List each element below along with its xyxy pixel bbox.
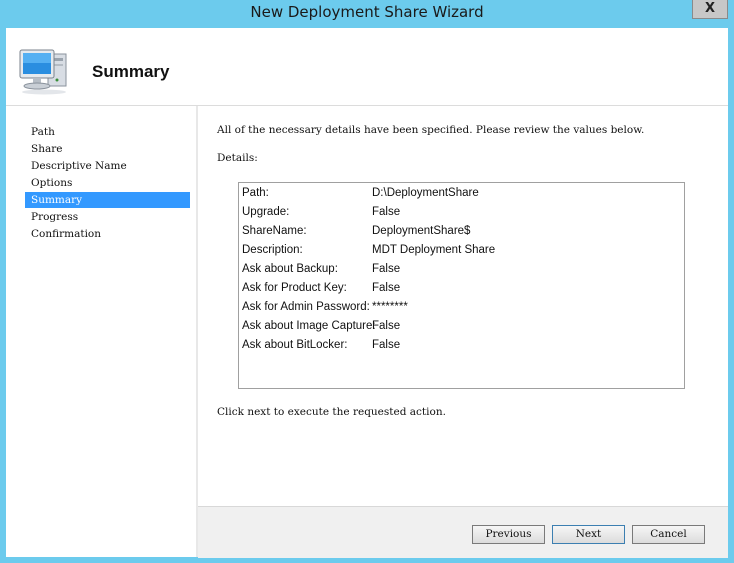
sidebar-item-summary[interactable]: Summary <box>25 192 190 208</box>
wizard-window: New Deployment Share Wizard X Summary Pa… <box>0 0 734 563</box>
detail-value: MDT Deployment Share <box>372 244 496 256</box>
detail-key: ShareName: <box>242 225 307 237</box>
footer-note: Click next to execute the requested acti… <box>217 406 446 418</box>
detail-key: Ask about Image Capture: <box>242 320 376 332</box>
window-title: New Deployment Share Wizard <box>250 3 484 21</box>
wizard-steps-sidebar: Path Share Descriptive Name Options Summ… <box>6 106 196 557</box>
title-bar[interactable]: New Deployment Share Wizard X <box>0 0 734 28</box>
page-title: Summary <box>92 62 170 81</box>
next-button[interactable]: Next <box>552 525 625 544</box>
detail-value: False <box>372 320 401 332</box>
computer-monitor-icon <box>19 49 67 95</box>
detail-key: Ask about BitLocker: <box>242 339 348 351</box>
close-icon: X <box>704 1 716 16</box>
detail-value: False <box>372 263 401 275</box>
detail-value: ******** <box>372 301 408 313</box>
detail-value: DeploymentShare$ <box>372 225 471 237</box>
sidebar-item-progress[interactable]: Progress <box>25 209 190 225</box>
details-label: Details: <box>217 152 258 164</box>
detail-value: D:\DeploymentShare <box>372 187 479 199</box>
sidebar-item-options[interactable]: Options <box>25 175 190 191</box>
sidebar-item-share[interactable]: Share <box>25 141 190 157</box>
detail-value: False <box>372 206 401 218</box>
detail-key: Upgrade: <box>242 206 290 218</box>
detail-key: Path: <box>242 187 269 199</box>
detail-value: False <box>372 282 401 294</box>
sidebar-item-path[interactable]: Path <box>25 124 190 140</box>
detail-key: Description: <box>242 244 303 256</box>
detail-key: Ask for Product Key: <box>242 282 347 294</box>
detail-value: False <box>372 339 401 351</box>
button-bar: Previous Next Cancel <box>198 506 728 558</box>
details-textbox[interactable]: Path: D:\DeploymentShare Upgrade: False … <box>238 182 685 389</box>
intro-text: All of the necessary details have been s… <box>217 124 645 136</box>
sidebar-item-descriptive-name[interactable]: Descriptive Name <box>25 158 190 174</box>
cancel-button[interactable]: Cancel <box>632 525 705 544</box>
summary-panel: All of the necessary details have been s… <box>198 106 728 506</box>
detail-key: Ask for Admin Password: <box>242 301 370 313</box>
previous-button[interactable]: Previous <box>472 525 545 544</box>
close-button[interactable]: X <box>692 0 728 19</box>
wizard-header: Summary <box>6 28 728 106</box>
sidebar-item-confirmation[interactable]: Confirmation <box>25 226 190 242</box>
wizard-client-area: Summary Path Share Descriptive Name Opti… <box>6 28 728 558</box>
detail-key: Ask about Backup: <box>242 263 338 275</box>
